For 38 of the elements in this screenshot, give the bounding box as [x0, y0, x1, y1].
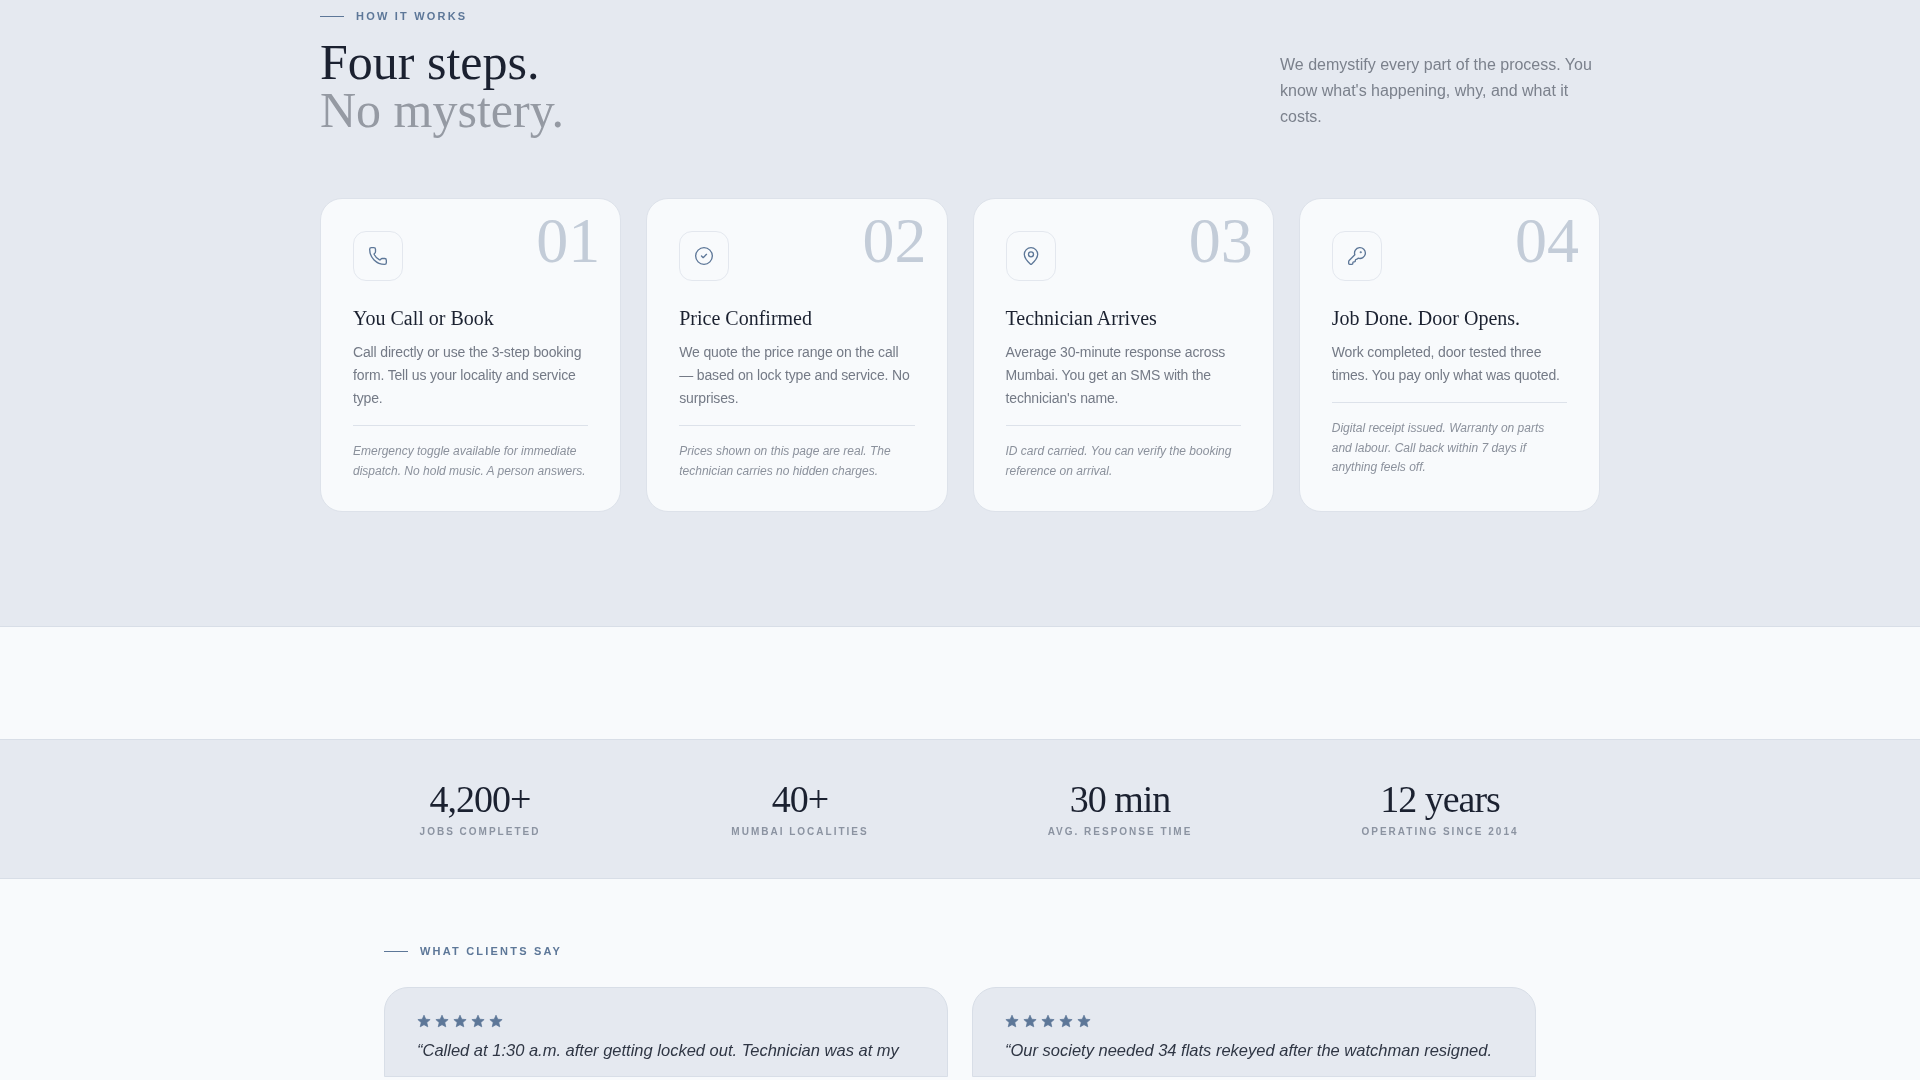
- stat-label: AVG. RESPONSE TIME: [1047, 826, 1193, 837]
- testimonial-quote: “Called at 1:30 a.m. after getting locked out. Technician was at my: [417, 1040, 901, 1061]
- step-title: Price Confirmed: [679, 306, 813, 331]
- stat-label: MUMBAI LOCALITIES: [731, 826, 869, 837]
- step-title: Job Done. Door Opens.: [1331, 306, 1522, 331]
- stat-value: 30 min: [1069, 778, 1171, 820]
- step-note: Digital receipt issued. Warranty on parts and labour. Call back within 7 days if anything feels off.: [1331, 420, 1546, 476]
- star-icon: [489, 1014, 503, 1028]
- step-note: Prices shown on this page are real. The technician carries no hidden charges.: [679, 443, 892, 480]
- step-title: Technician Arrives: [1005, 306, 1158, 331]
- step-note: ID card carried. You can verify the booking reference on arrival.: [1005, 443, 1233, 480]
- star-icon: [471, 1014, 485, 1028]
- star-icon: [417, 1014, 431, 1028]
- key-icon: [1346, 246, 1367, 266]
- star-icon: [1059, 1014, 1073, 1028]
- step-description: Call directly or use the 3-step booking form. Tell us your locality and service type.: [353, 343, 583, 408]
- step-description: We quote the price range on the call — based on lock type and service. No surprises.: [679, 343, 911, 408]
- step-description: Work completed, door tested three times. You pay only what was quoted.: [1331, 343, 1561, 385]
- stat-value: 40+: [771, 778, 829, 820]
- stat-value: 4,200+: [429, 778, 531, 820]
- star-icon: [453, 1014, 467, 1028]
- stat-label: JOBS COMPLETED: [419, 826, 541, 837]
- section-eyebrow: WHAT CLIENTS SAY: [420, 945, 563, 957]
- testimonial-quote: “Our society needed 34 flats rekeyed after the watchman resigned.: [1005, 1040, 1494, 1061]
- star-icon: [1023, 1014, 1037, 1028]
- star-icon: [1077, 1014, 1091, 1028]
- check-circle-icon: [694, 246, 715, 266]
- star-icon: [1005, 1014, 1019, 1028]
- intro-text: We demystify every part of the process. You know what's happening, why, and what it costs.: [1280, 55, 1593, 127]
- step-note: Emergency toggle available for immediate dispatch. No hold music. A person answers.: [353, 443, 587, 480]
- star-icon: [1041, 1014, 1055, 1028]
- stat-value: 12 years: [1380, 778, 1500, 820]
- section-eyebrow: HOW IT WORKS: [356, 10, 468, 22]
- step-description: Average 30-minute response across Mumbai. You get an SMS with the technician's name.: [1005, 343, 1227, 408]
- phone-icon: [368, 246, 388, 266]
- stat-label: OPERATING SINCE 2014: [1361, 826, 1519, 837]
- star-icon: [435, 1014, 449, 1028]
- step-title: You Call or Book: [353, 306, 495, 331]
